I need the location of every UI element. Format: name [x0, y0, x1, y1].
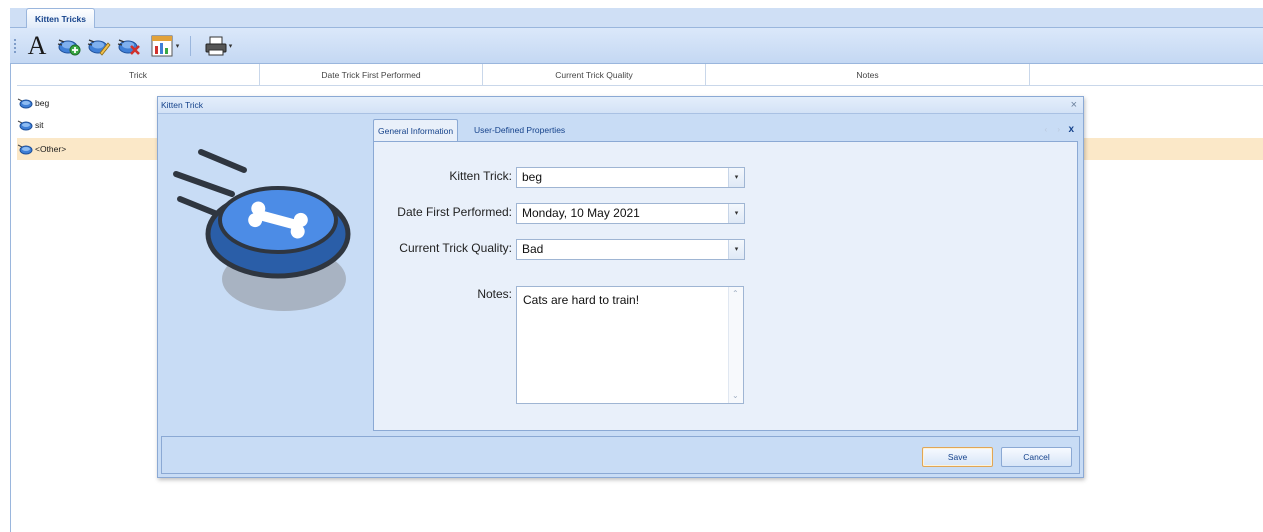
current-trick-quality-value: Bad: [522, 242, 544, 256]
edit-icon: [87, 39, 111, 56]
cancel-button[interactable]: Cancel: [1001, 447, 1072, 467]
row-label: sit: [35, 120, 44, 130]
toolbar-grip[interactable]: [14, 39, 17, 53]
dialog-footer: Save Cancel: [161, 436, 1080, 474]
tab-kitten-tricks[interactable]: Kitten Tricks: [26, 8, 96, 29]
kitten-trick-label: Kitten Trick:: [449, 169, 512, 183]
tab-user-defined-properties[interactable]: User-Defined Properties: [470, 119, 569, 141]
current-trick-quality-combo[interactable]: Bad ▾: [516, 239, 745, 260]
notes-scrollbar[interactable]: ⌃ ⌄: [728, 287, 743, 403]
column-header-trick[interactable]: Trick: [17, 64, 260, 86]
notes-label: Notes:: [477, 287, 512, 301]
chevron-down-icon[interactable]: ▾: [728, 204, 744, 223]
printer-icon: [205, 36, 227, 56]
current-trick-quality-label: Current Trick Quality:: [399, 241, 512, 255]
add-trick-button[interactable]: [56, 32, 82, 60]
grid-left-border: [10, 64, 17, 532]
general-information-panel: Kitten Trick: beg ▾ Date First Performed…: [373, 141, 1078, 431]
add-icon: [57, 39, 81, 56]
kitten-trick-combo[interactable]: beg ▾: [516, 167, 745, 188]
save-button[interactable]: Save: [922, 447, 993, 467]
chevron-down-icon[interactable]: ▾: [728, 168, 744, 187]
row-label: beg: [35, 98, 50, 108]
app-window: Kitten Tricks A ▾ ▾ Trick Date Trick Fir…: [0, 0, 1263, 532]
chevron-down-icon: ▾: [228, 43, 233, 50]
date-first-performed-label: Date First Performed:: [397, 205, 512, 219]
date-first-performed-picker[interactable]: Monday, 10 May 2021 ▾: [516, 203, 745, 224]
chevron-down-icon: ▾: [175, 43, 180, 50]
kitten-trick-value: beg: [522, 170, 543, 184]
toolbar: A ▾ ▾: [10, 28, 1263, 64]
row-label: <Other>: [35, 144, 67, 154]
column-header-quality[interactable]: Current Trick Quality: [483, 64, 706, 86]
edit-trick-button[interactable]: [86, 32, 112, 60]
trick-icon: [17, 144, 33, 155]
scroll-up-icon[interactable]: ⌃: [732, 289, 739, 298]
date-first-performed-value: Monday, 10 May 2021: [522, 206, 640, 220]
column-header-date[interactable]: Date Trick First Performed: [260, 64, 483, 86]
delete-icon: [117, 39, 140, 55]
scroll-down-icon[interactable]: ⌄: [732, 391, 739, 400]
delete-trick-button[interactable]: [116, 32, 142, 60]
chevron-down-icon[interactable]: ▾: [728, 240, 744, 259]
chart-icon: [151, 35, 173, 57]
dialog-titlebar[interactable]: Kitten Trick ×: [158, 97, 1083, 114]
trick-icon: [17, 120, 33, 131]
close-icon[interactable]: x: [1068, 119, 1074, 141]
close-icon[interactable]: ×: [1071, 97, 1077, 113]
tab-scroll-arrows-icon[interactable]: ‹ ›: [1044, 119, 1064, 141]
trick-icon: [17, 98, 33, 109]
font-button[interactable]: A: [26, 32, 48, 60]
print-button[interactable]: ▾: [200, 32, 236, 60]
notes-textarea[interactable]: Cats are hard to train! ⌃ ⌄: [516, 286, 744, 404]
kitten-trick-dialog: Kitten Trick × General Information User-…: [157, 96, 1084, 478]
column-header-notes[interactable]: Notes: [706, 64, 1030, 86]
toolbar-separator: [190, 36, 191, 56]
dialog-illustration-panel: [158, 114, 372, 436]
tab-general-information[interactable]: General Information: [373, 119, 459, 142]
food-bowl-icon: [173, 149, 351, 311]
dialog-title: Kitten Trick: [161, 100, 204, 110]
grid-header: Trick Date Trick First Performed Current…: [17, 64, 1263, 86]
notes-value: Cats are hard to train!: [523, 293, 640, 307]
chart-button[interactable]: ▾: [148, 32, 182, 60]
dialog-tabs: General Information User-Defined Propert…: [373, 119, 1078, 142]
document-tabstrip: Kitten Tricks: [10, 8, 1263, 29]
